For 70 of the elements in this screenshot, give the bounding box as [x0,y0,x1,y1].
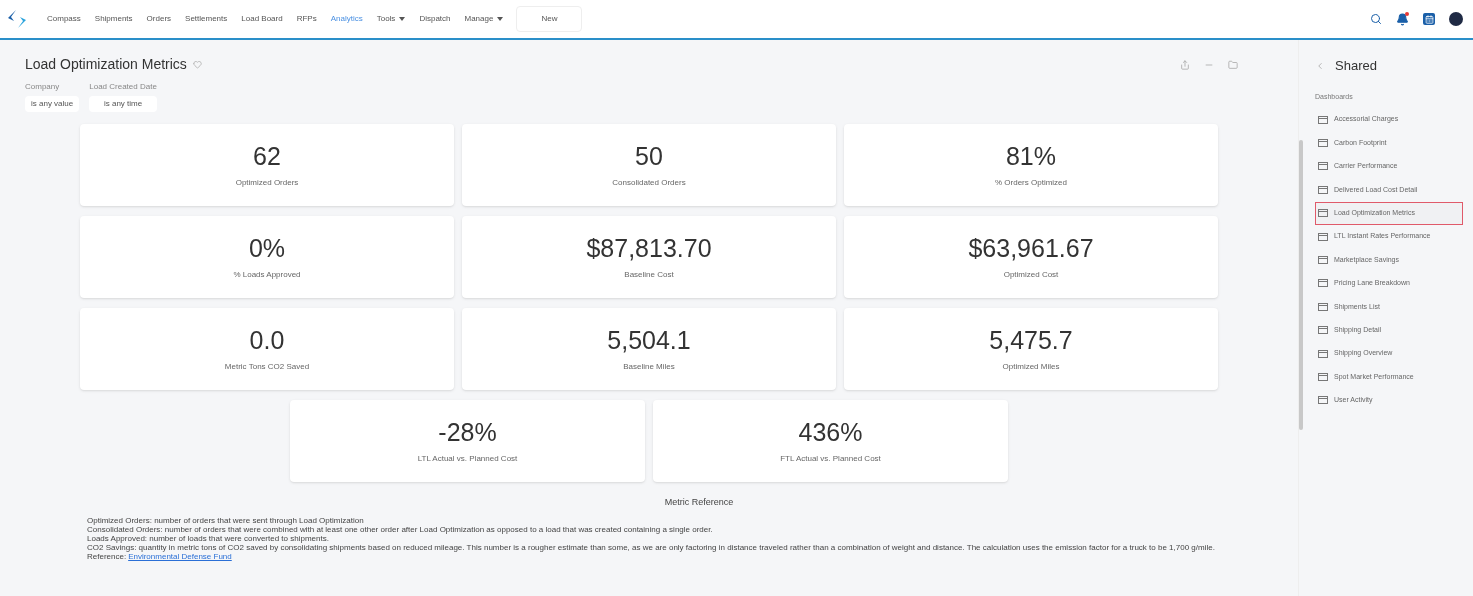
metric-value: $63,961.67 [968,233,1094,265]
dashboard-icon [1318,326,1328,335]
caret-icon [497,17,504,21]
filter-label: Load Created Date [89,81,157,93]
nav-item[interactable]: Orders [139,13,179,25]
nav-item[interactable]: Compass [40,13,88,25]
metric-value: 5,504.1 [607,325,691,357]
caret-icon [399,17,406,21]
metric-value: 0% [248,233,286,265]
metric-label: Metric Tons CO2 Saved [224,360,310,373]
share-icon[interactable] [1180,59,1190,70]
nav-item[interactable]: Dispatch [412,13,458,25]
metric-value: 5,475.7 [989,325,1073,357]
metric-label: Consolidated Orders [612,176,686,189]
dashboard-icon [1318,115,1328,124]
metric-value: $87,813.70 [586,233,712,265]
dashboard-icon [1318,302,1328,311]
avatar-icon[interactable] [1449,12,1463,26]
reference-link[interactable]: Environmental Defense Fund [128,551,232,561]
metric-label: Baseline Cost [624,268,674,281]
reference-title: Metric Reference [664,496,734,509]
dashboard-icon [1318,162,1328,171]
dashboard-icon [1318,209,1328,218]
nav-item[interactable]: Shipments [87,13,140,25]
nav-item[interactable]: Analytics [323,13,370,25]
sidebar-title: Shared [1335,57,1377,75]
calendar-icon[interactable] [1423,13,1435,25]
metric-value: 81% [1005,141,1056,173]
reference-text: Loads Approved: number of loads that were converted to shipments. [87,533,330,543]
dashboard-icon [1318,232,1328,241]
bell-icon[interactable] [1396,12,1409,26]
reference-text: Optimized Orders: number of orders that were sent through Load Optimization [87,515,365,525]
back-icon[interactable] [1315,60,1325,71]
metric-label: LTL Actual vs. Planned Cost [417,452,518,465]
metric-value: 62 [253,141,281,173]
nav-item[interactable]: RFPs [289,13,324,25]
dashboard-icon [1318,185,1328,194]
metric-label: Optimized Miles [1002,360,1060,373]
new-button[interactable]: New [516,6,583,32]
nav-item[interactable]: Tools [369,13,413,25]
metric-value: 0.0 [249,325,285,357]
metric-label: % Loads Approved [233,268,301,281]
metric-label: Optimized Orders [235,176,299,189]
metric-label: FTL Actual vs. Planned Cost [780,452,881,465]
dashboard-icon [1318,139,1328,148]
folder-icon[interactable] [1228,59,1238,70]
metric-value: -28% [438,417,497,449]
nav-item[interactable]: Manage [457,13,511,25]
metric-value: 50 [635,141,663,173]
search-icon[interactable] [1370,13,1382,25]
dashboard-icon [1318,349,1328,358]
dashboard-icon [1318,279,1328,288]
dashboard-title: Load Optimization Metrics [25,55,187,74]
reference-text: CO2 Savings: quantity in metric tons of CO2 saved by consolidating shipments based on reduced mileage. This number is a rougher estimate than some, as we are only factoring in distance traveled rather than a combination of weight and distance. The calculation uses the emission factor for a truck to be 1,700 g/mile. [87,542,1216,552]
filter-field[interactable]: is any time [89,96,157,112]
filter-label: Company [25,81,61,93]
filter-field[interactable]: is any value [25,96,80,112]
reference-label: Reference: [87,551,127,561]
metric-value: 436% [798,417,863,449]
metric-label: % Orders Optimized [995,176,1067,189]
metric-label: Optimized Cost [1003,268,1059,281]
nav-item[interactable]: Settlements [178,13,235,25]
dashboard-icon [1318,396,1328,405]
favorite-icon[interactable] [192,60,202,69]
nav-item[interactable]: Load Board [234,13,290,25]
dashboard-icon [1318,373,1328,381]
metric-label: Baseline Miles [623,360,675,373]
scrollbar[interactable] [1299,140,1303,430]
reference-text: Consolidated Orders: number of orders that were combined with at least one other order after Load Optimization as opposed to a load that was created containing a single order. [87,524,714,534]
dashboard-icon [1318,256,1328,265]
